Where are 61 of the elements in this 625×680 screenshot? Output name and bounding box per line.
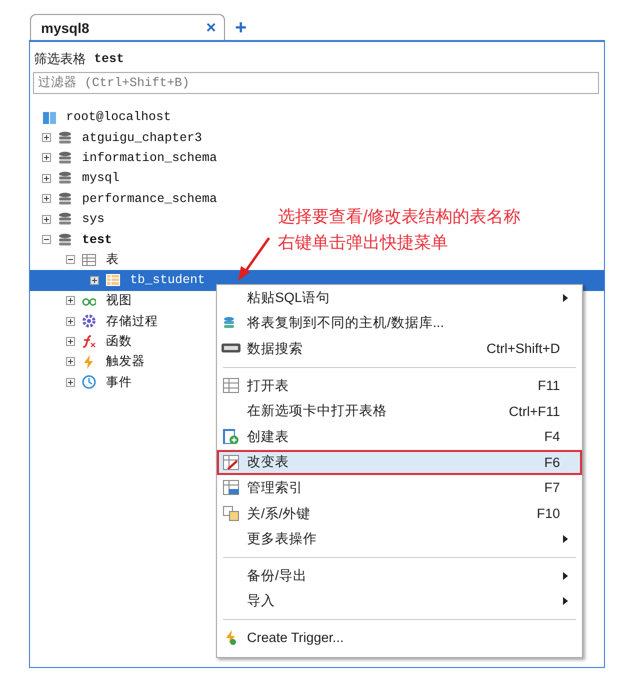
annotation-arrow <box>238 237 270 281</box>
database-icon <box>58 192 72 206</box>
menu-item[interactable]: 导入 <box>217 588 582 614</box>
tree-item[interactable]: 函数 <box>30 331 136 352</box>
tree-item[interactable]: 存储过程 <box>30 310 162 332</box>
close-button[interactable]: × <box>206 19 216 36</box>
database-icon <box>58 232 72 247</box>
filter-value: test <box>94 52 124 66</box>
clock-icon <box>82 375 96 390</box>
tree-item[interactable]: 视图 <box>30 290 136 311</box>
menu-item[interactable]: 打开表 F11 <box>217 372 582 398</box>
database-icon <box>58 171 72 186</box>
filter-label: 筛选表格 <box>34 50 86 68</box>
add-table-icon <box>223 429 239 444</box>
new-tab-button[interactable]: + <box>225 18 247 40</box>
shortcut-label: Ctrl+F11 <box>508 404 560 419</box>
tree-item[interactable]: root@localhost <box>30 107 176 128</box>
tree-item[interactable]: information_schema <box>30 148 222 168</box>
annotation-text: 右键单击弹出快捷菜单 <box>278 232 449 254</box>
menu-item[interactable]: 将表复制到不同的主机/数据库... <box>217 310 582 336</box>
database-icon <box>58 150 72 165</box>
table-icon <box>223 378 239 394</box>
menu-item[interactable]: 改变表 F6 <box>217 450 582 476</box>
tree-item[interactable]: 触发器 <box>30 352 149 372</box>
filter-field[interactable]: 过滤器 (Ctrl+Shift+B) <box>33 72 599 94</box>
tree-item[interactable]: test <box>30 229 116 250</box>
tree-item[interactable]: mysql <box>30 168 124 189</box>
tab[interactable]: mysql8 × <box>30 14 225 40</box>
annotation-text: 选择要查看/修改表结构的表名称 <box>278 206 521 228</box>
menu-item[interactable]: 数据搜索 Ctrl+Shift+D <box>217 336 582 362</box>
edit-table-icon <box>223 454 239 470</box>
database-icon <box>58 130 72 145</box>
tree-item[interactable]: performance_schema <box>30 188 222 209</box>
relation-icon <box>223 506 239 522</box>
tree-item[interactable]: 表 <box>30 250 123 270</box>
menu-item[interactable]: 创建表 F4 <box>217 424 582 450</box>
trigger-icon <box>223 630 239 646</box>
database-icon <box>58 212 72 226</box>
menu-item[interactable]: 更多表操作 <box>217 526 582 552</box>
menu-item[interactable]: 备份/导出 <box>217 562 582 589</box>
tree-item[interactable]: atguigu_chapter3 <box>30 127 206 148</box>
server-icon <box>42 110 56 124</box>
shortcut-label: Ctrl+Shift+D <box>486 341 560 356</box>
function-icon <box>82 334 96 348</box>
menu-item[interactable]: 管理索引 F7 <box>217 475 582 501</box>
menu-item[interactable]: 在新选项卡中打开表格 Ctrl+F11 <box>217 398 582 424</box>
tree-item[interactable]: sys <box>30 208 109 230</box>
menu-item[interactable]: Create Trigger... <box>217 625 582 651</box>
lightning-icon <box>82 354 96 369</box>
table-icon <box>82 252 96 267</box>
tree-item[interactable]: 事件 <box>30 372 136 392</box>
tab-label: mysql8 <box>41 20 90 36</box>
shortcut-label: F6 <box>544 454 560 470</box>
shortcut-label: F7 <box>544 480 560 496</box>
shortcut-label: F10 <box>536 506 560 522</box>
menu-item[interactable]: 关/系/外键 F10 <box>217 500 582 526</box>
shortcut-label: F11 <box>538 378 560 394</box>
gear-icon <box>82 314 96 328</box>
index-table-icon <box>223 480 239 496</box>
shortcut-label: F4 <box>544 429 560 444</box>
table-icon <box>106 273 120 288</box>
